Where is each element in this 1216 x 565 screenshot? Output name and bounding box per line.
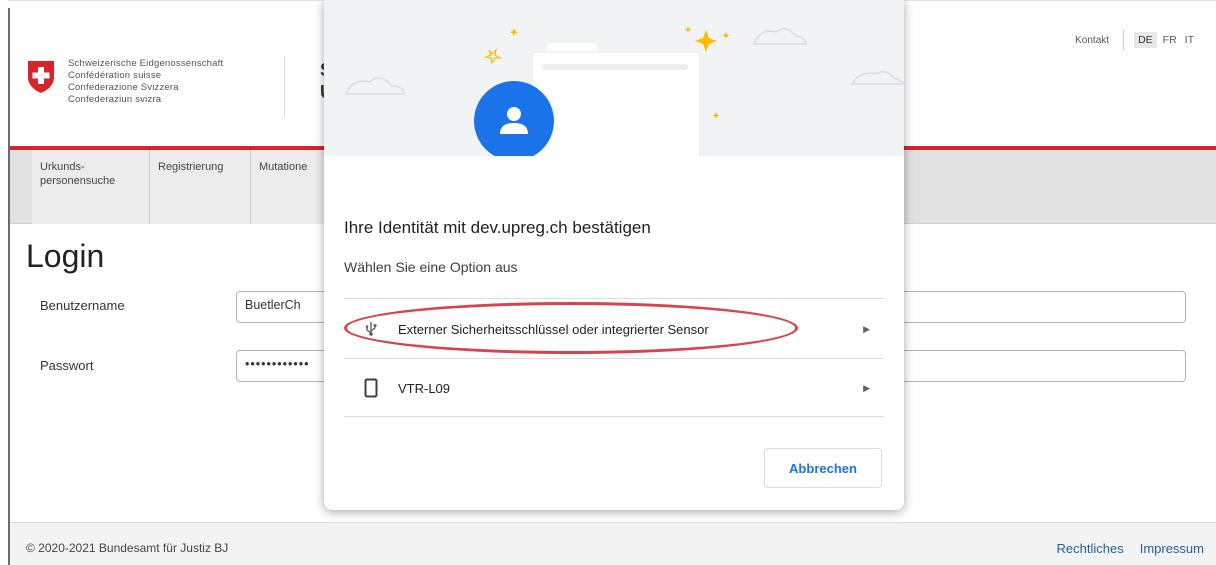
logo-line-de: Schweizerische Eidgenossenschaft [68, 58, 224, 69]
cancel-button[interactable]: Abbrechen [764, 448, 882, 488]
logo-line-it: Confederazione Svizzera [68, 82, 179, 93]
dialog-illustration [324, 0, 904, 175]
copyright-text: © 2020-2021 Bundesamt für Justiz BJ [26, 541, 229, 555]
language-it[interactable]: IT [1185, 34, 1194, 46]
rechtliches-link[interactable]: Rechtliches [1057, 541, 1124, 556]
nav-item-mutationen[interactable]: Mutatione [251, 150, 331, 224]
nav-item-label: Mutatione [259, 161, 308, 173]
site-footer: © 2020-2021 Bundesamt für Justiz BJ Rech… [10, 522, 1216, 565]
phone-icon [356, 378, 386, 398]
nav-item-label: personensuche [40, 175, 116, 187]
logo-line-fr: Confédération suisse [68, 70, 162, 81]
chevron-right-icon: ▶ [863, 382, 870, 393]
header-divider [284, 56, 285, 118]
option-divider [344, 298, 884, 299]
language-de[interactable]: DE [1134, 32, 1157, 48]
nav-item-label: Registrierung [158, 161, 224, 173]
impressum-link[interactable]: Impressum [1140, 541, 1204, 556]
footer-links: Rechtliches Impressum [1057, 541, 1205, 556]
option-label: VTR-L09 [398, 380, 451, 396]
highlight-ellipse [344, 302, 798, 354]
password-label: Passwort [40, 358, 94, 373]
nav-item-label: Urkunds- [40, 161, 85, 173]
identity-dialog: Ihre Identität mit dev.upreg.ch bestätig… [324, 0, 904, 510]
chevron-right-icon: ▶ [863, 323, 870, 334]
top-links-separator [1123, 30, 1125, 50]
option-divider [344, 416, 884, 417]
nav-item-urkundspersonensuche[interactable]: Urkunds- personensuche [32, 150, 150, 224]
coat-of-arms-text: Schweizerische Eidgenossenschaft Confédé… [68, 58, 223, 106]
option-phone-vtr-l09[interactable]: VTR-L09 ▶ [344, 359, 884, 417]
top-links: Kontakt DE FR IT [1075, 30, 1202, 50]
page-title: Login [26, 238, 105, 274]
username-label: Benutzername [40, 298, 125, 313]
logo-line-rm: Confederaziun svizra [68, 94, 162, 105]
contact-link[interactable]: Kontakt [1075, 35, 1109, 46]
swiss-shield-icon [28, 61, 54, 93]
dialog-title: Ihre Identität mit dev.upreg.ch bestätig… [344, 218, 651, 237]
illustration-graphic [344, 26, 904, 175]
language-fr[interactable]: FR [1163, 34, 1177, 46]
dialog-subtitle: Wählen Sie eine Option aus [344, 259, 518, 275]
nav-item-registrierung[interactable]: Registrierung [150, 150, 251, 224]
